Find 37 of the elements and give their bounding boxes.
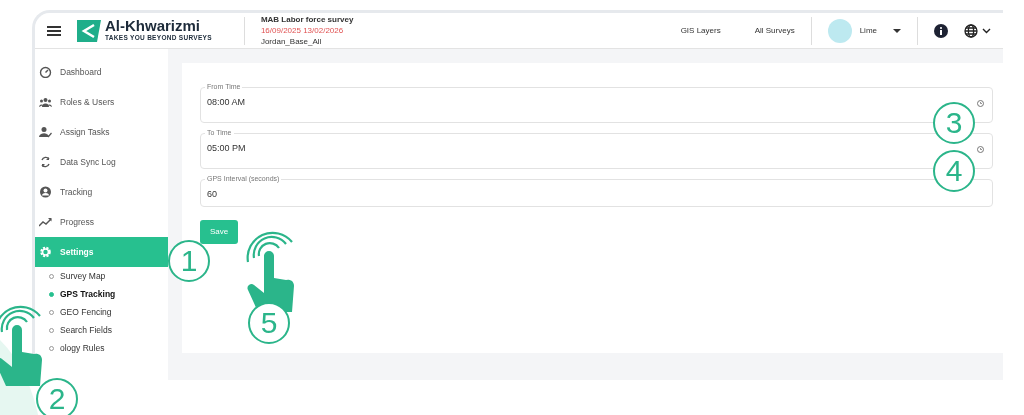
gear-icon — [39, 246, 52, 258]
sidebar-item[interactable]: Progress — [35, 207, 168, 237]
info-icon[interactable] — [934, 23, 948, 38]
trend-icon — [39, 216, 52, 228]
field-value[interactable]: 05:00 PM — [207, 142, 907, 156]
date-range: 16/09/2025 13/02/2026 — [260, 25, 345, 36]
users-icon — [39, 96, 52, 108]
clock-icon[interactable] — [977, 146, 984, 154]
user-circle-icon — [39, 186, 52, 198]
chevron-down-icon[interactable] — [982, 27, 991, 34]
menu-icon[interactable] — [47, 24, 61, 37]
field-value[interactable]: 08:00 AM — [207, 96, 907, 110]
clock-icon[interactable] — [977, 100, 984, 108]
submenu-item[interactable]: GEO Fencing — [49, 303, 112, 321]
sidebar-item[interactable]: Roles & Users — [35, 87, 168, 117]
user-check-icon — [39, 126, 52, 138]
nav-link[interactable]: GIS Layers — [680, 24, 721, 37]
user-name[interactable]: Lime — [859, 24, 877, 37]
submenu-item[interactable]: GPS Tracking — [49, 285, 116, 303]
dashboard-icon — [39, 66, 52, 78]
nav-link[interactable]: All Surveys — [754, 24, 795, 37]
caret-icon[interactable] — [893, 27, 901, 34]
sidebar-item[interactable]: Data Sync Log — [35, 147, 168, 177]
submenu-item[interactable]: Search Fields — [49, 321, 112, 339]
step-number: 2 — [36, 378, 78, 415]
submenu-item[interactable]: Survey Map — [49, 267, 106, 285]
sync-icon — [39, 156, 52, 168]
sidebar-item[interactable]: Tracking — [35, 177, 168, 207]
app-name: Al-Khwarizmi — [105, 18, 201, 34]
sidebar-item[interactable]: Assign Tasks — [35, 117, 168, 147]
submenu-item[interactable]: ology Rules — [49, 339, 105, 357]
logo-icon — [77, 19, 101, 42]
survey-title: MAB Labor force survey — [260, 14, 354, 25]
globe-icon[interactable] — [964, 23, 978, 38]
sidebar-item[interactable]: Dashboard — [35, 57, 168, 87]
field-value[interactable]: 60 — [207, 188, 907, 202]
base-name: Jordan_Base_All — [260, 36, 323, 47]
